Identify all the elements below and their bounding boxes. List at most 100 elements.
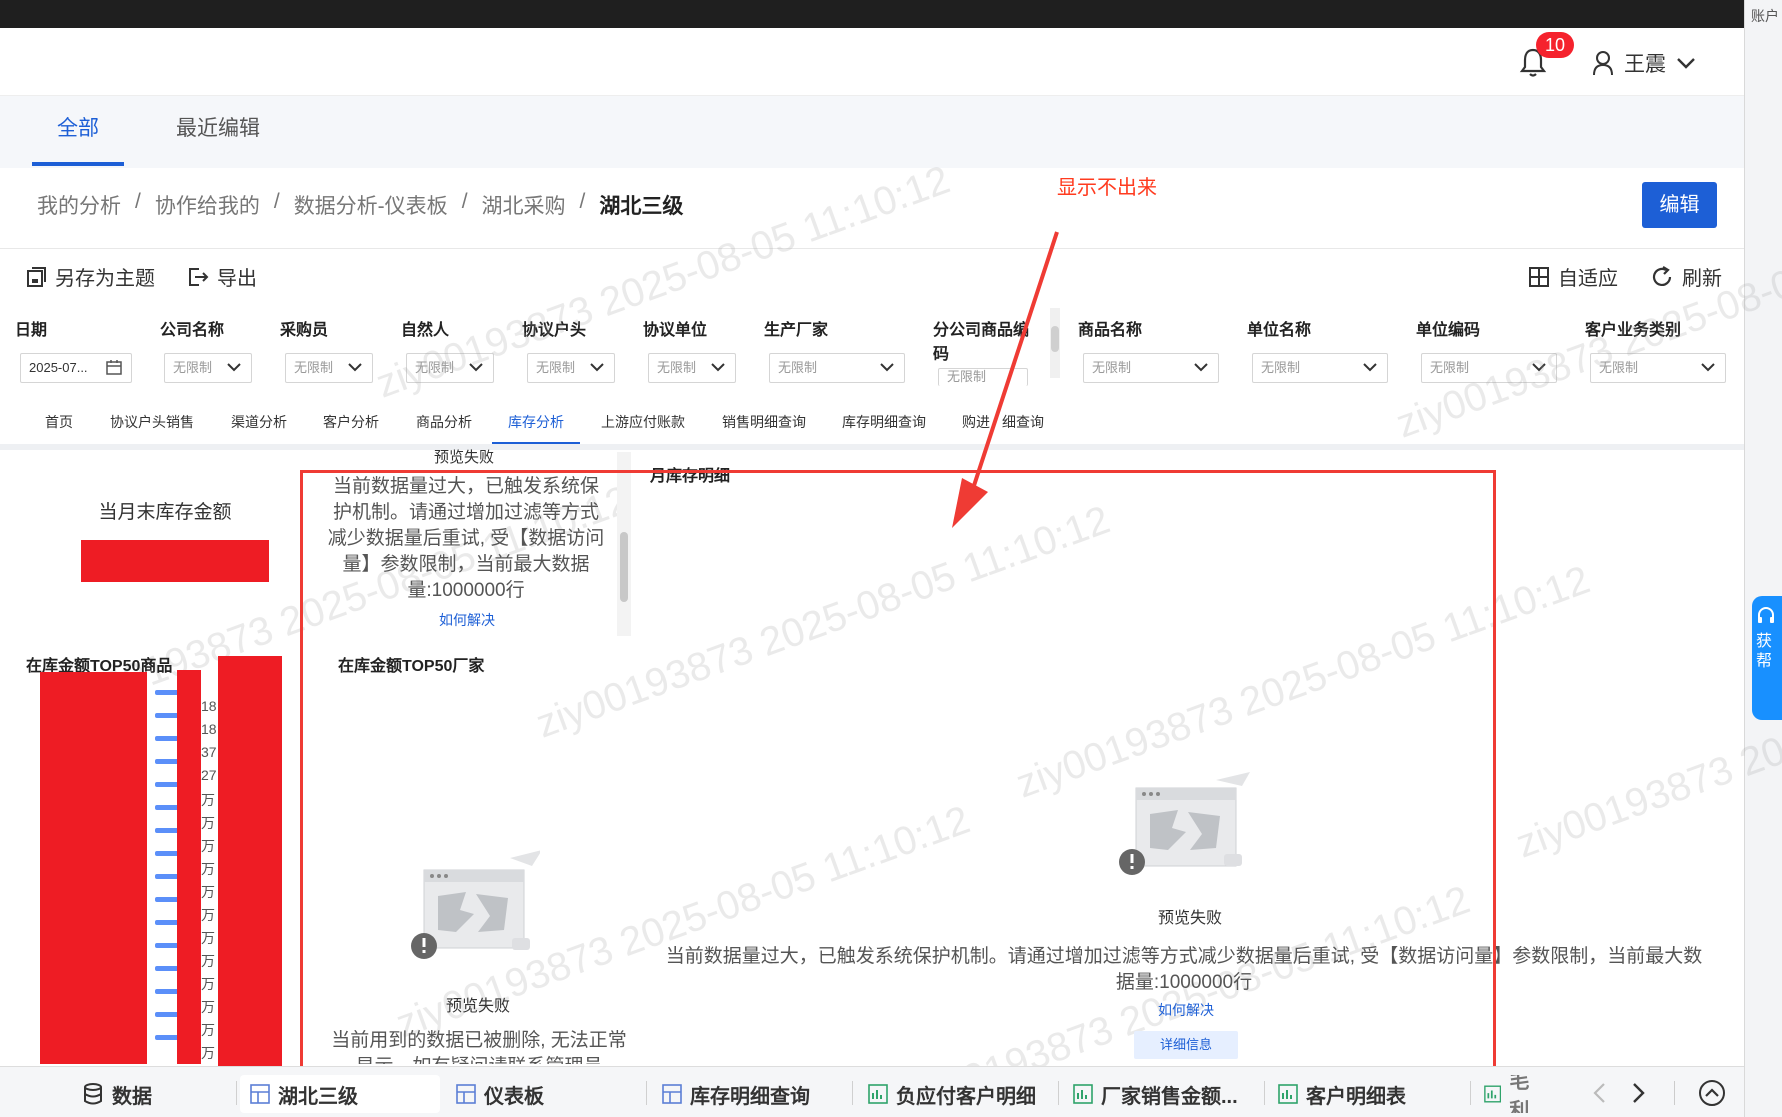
account-label[interactable]: 账户 — [1751, 6, 1779, 26]
bar-mark — [155, 690, 179, 695]
agreement-unit-select[interactable]: 无限制 — [648, 353, 736, 383]
bar-mark — [155, 943, 179, 948]
breadcrumb-item[interactable]: 协作给我的 — [155, 190, 260, 220]
edit-button[interactable]: 编辑 — [1642, 182, 1717, 228]
filter-scrollbar-thumb[interactable] — [1051, 326, 1059, 352]
product-name-select[interactable]: 无限制 — [1083, 353, 1219, 383]
chevron-down-icon — [880, 363, 894, 372]
filter-scrollbar[interactable] — [1050, 308, 1060, 378]
chart-icon — [868, 1084, 888, 1104]
filter-label-person: 自然人 — [401, 322, 450, 339]
user-menu[interactable]: 王震 — [1592, 48, 1696, 78]
subtab-customer[interactable]: 客户分析 — [323, 410, 379, 434]
subtab-sales-detail[interactable]: 销售明细查询 — [722, 410, 806, 434]
bar-value-label: 万 — [201, 907, 215, 923]
refresh-icon — [1652, 265, 1672, 286]
breadcrumb-current: 湖北三级 — [599, 195, 684, 218]
breadcrumb: 我的分析 / 协作给我的 / 数据分析-仪表板 / 湖北采购 / 湖北三级 — [37, 190, 683, 220]
bottom-tab-dashboard[interactable]: 仪表板 — [446, 1075, 554, 1113]
bottom-tab-label: 数据 — [112, 1085, 152, 1108]
date-picker[interactable]: 2025-07... — [20, 353, 132, 383]
subtab-stock-detail[interactable]: 库存明细查询 — [842, 410, 926, 434]
bar-mark — [155, 782, 179, 787]
redacted-block — [81, 540, 269, 582]
bottom-tab-gross-profit[interactable]: 毛利 — [1474, 1075, 1554, 1113]
subtab-agreement-sales[interactable]: 协议户头销售 — [110, 410, 194, 434]
export-button[interactable]: 导出 — [187, 262, 257, 291]
bar-value-label: 万 — [201, 999, 215, 1015]
refresh-label: 刷新 — [1682, 268, 1722, 290]
business-type-value: 无限制 — [1599, 360, 1639, 375]
bar-value-label: 18 — [201, 721, 217, 737]
bar-mark — [155, 874, 179, 879]
notification-badge: 10 — [1536, 32, 1574, 58]
business-type-select[interactable]: 无限制 — [1590, 353, 1726, 383]
tab-recent-edit[interactable]: 最近编辑 — [164, 96, 272, 166]
divider — [0, 248, 1744, 249]
bar-mark — [155, 851, 179, 856]
bar-mark — [155, 805, 179, 810]
agreement-head-select[interactable]: 无限制 — [527, 353, 615, 383]
company-select[interactable]: 无限制 — [164, 353, 252, 383]
adaptive-button[interactable]: 自适应 — [1528, 262, 1618, 291]
breadcrumb-item[interactable]: 我的分析 — [37, 190, 121, 220]
help-floating-button[interactable]: 获 帮 — [1752, 596, 1782, 720]
bottom-tab-label: 毛利 — [1509, 1075, 1530, 1113]
chevron-left-icon[interactable] — [1590, 1081, 1610, 1105]
bottom-tab-stock-detail[interactable]: 库存明细查询 — [652, 1075, 820, 1113]
subtab-channel[interactable]: 渠道分析 — [231, 410, 287, 434]
bottom-tab-customer-detail[interactable]: 客户明细表 — [1268, 1075, 1416, 1113]
bar-mark — [155, 1012, 179, 1017]
save-as-theme-label: 另存为主题 — [55, 268, 155, 290]
save-as-theme-button[interactable]: 另存为主题 — [25, 262, 155, 291]
buyer-select[interactable]: 无限制 — [285, 353, 373, 383]
refresh-button[interactable]: 刷新 — [1650, 262, 1722, 291]
unit-name-select[interactable]: 无限制 — [1252, 353, 1388, 383]
tab-separator — [646, 1081, 647, 1105]
product-name-value: 无限制 — [1092, 360, 1132, 375]
dashboard-sub-tabs: 首页 协议户头销售 渠道分析 客户分析 商品分析 库存分析 上游应付账款 销售明… — [0, 410, 1744, 446]
breadcrumb-item[interactable]: 数据分析-仪表板 — [294, 190, 448, 220]
bottom-tab-factory-sales[interactable]: 厂家销售金额... — [1063, 1075, 1248, 1113]
bottom-tab-label: 厂家销售金额... — [1101, 1085, 1238, 1108]
subtab-product[interactable]: 商品分析 — [416, 410, 472, 434]
chevron-right-icon[interactable] — [1628, 1081, 1648, 1105]
bottom-tab-data[interactable]: 数据 — [72, 1075, 162, 1113]
filter-label-date: 日期 — [15, 322, 48, 339]
date-value: 2025-07... — [29, 360, 88, 375]
bar-mark — [155, 989, 179, 994]
manufacturer-value: 无限制 — [778, 360, 818, 375]
chevron-down-icon — [711, 363, 725, 372]
subtab-purchase-part1: 购进 — [962, 414, 990, 430]
bar-value-label: 万 — [201, 930, 215, 946]
chevron-down-icon — [1701, 363, 1715, 372]
bar-value-label: 万 — [201, 976, 215, 992]
chevron-down-icon — [469, 363, 483, 372]
filter-label-agreement-head: 协议户头 — [522, 322, 587, 339]
bottom-tab-negative-payable[interactable]: 负应付客户明细 — [858, 1075, 1046, 1113]
subtab-upstream-payable[interactable]: 上游应付账款 — [601, 410, 685, 434]
bar-mark — [155, 1035, 179, 1040]
unit-code-select[interactable]: 无限制 — [1421, 353, 1557, 383]
collapse-up-icon[interactable] — [1698, 1079, 1726, 1107]
breadcrumb-item[interactable]: 湖北采购 — [482, 190, 566, 220]
watermark: ziy00193873 2025-08-05 11:10:12 — [1511, 618, 1782, 868]
chevron-down-icon — [590, 363, 604, 372]
subtab-purchase-detail[interactable]: 购进 细查询 — [962, 410, 1044, 434]
agreement-head-value: 无限制 — [536, 360, 576, 375]
manufacturer-select[interactable]: 无限制 — [769, 353, 905, 383]
subtab-home[interactable]: 首页 — [45, 410, 73, 434]
filter-label-unit-code: 单位编码 — [1416, 322, 1481, 339]
branch-code-select[interactable]: 无限制 — [938, 368, 1028, 386]
person-select[interactable]: 无限制 — [406, 353, 494, 383]
agreement-unit-value: 无限制 — [657, 360, 697, 375]
subtab-inventory[interactable]: 库存分析 — [492, 410, 580, 444]
bar-value-label: 万 — [201, 838, 215, 854]
subtab-divider — [0, 444, 1744, 450]
filter-label-branch-code-2: 码 — [933, 346, 950, 363]
tab-all[interactable]: 全部 — [32, 96, 124, 166]
bottom-tab-hubei-3[interactable]: 湖北三级 — [240, 1075, 440, 1113]
filter-label-agreement-unit: 协议单位 — [643, 322, 708, 339]
help-label: 帮 — [1756, 653, 1773, 670]
filter-label-business-type: 客户业务类别 — [1585, 322, 1682, 339]
